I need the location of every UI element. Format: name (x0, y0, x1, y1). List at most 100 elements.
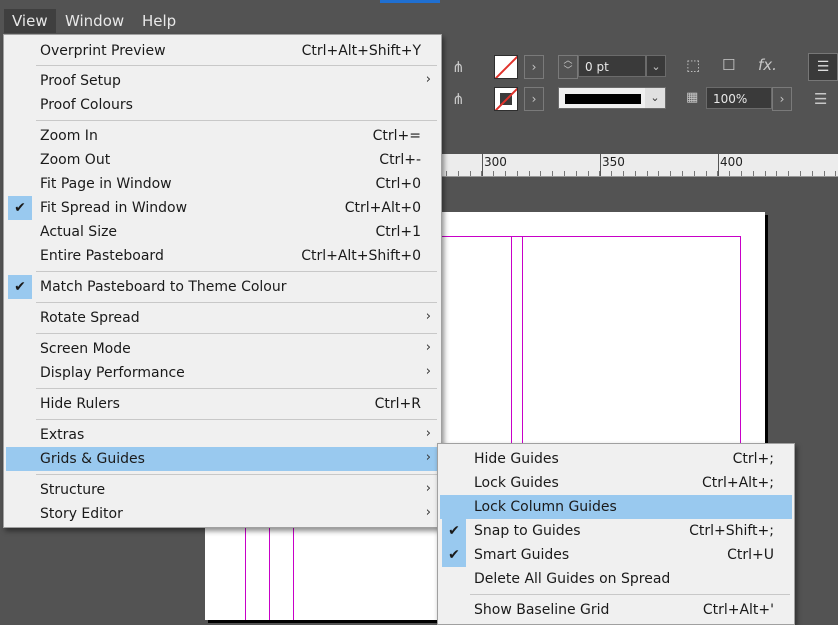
menu-item-shortcut: Ctrl+; (732, 451, 774, 467)
menu-item-smart-guides[interactable]: ✔ Smart Guides Ctrl+U (440, 543, 792, 567)
menu-item-proof-colours[interactable]: Proof Colours (6, 93, 439, 117)
checkmark-icon: ✔ (8, 196, 32, 220)
menu-separator (470, 594, 790, 595)
menu-item-hide-guides[interactable]: Hide Guides Ctrl+; (440, 447, 792, 471)
chevron-right-icon: › (425, 481, 431, 496)
menu-view[interactable]: View (4, 9, 56, 33)
chevron-right-icon: › (425, 364, 431, 379)
stroke-swatch-chevron-icon[interactable]: › (524, 87, 544, 111)
menu-item-label: Extras (40, 427, 85, 443)
frame-fitting-icon[interactable]: ⬚ (686, 56, 700, 74)
menu-item-story-editor[interactable]: Story Editor › (6, 502, 439, 526)
menu-item-label: Show Baseline Grid (474, 602, 610, 618)
chevron-down-icon: ⌄ (645, 88, 665, 108)
menu-item-shortcut: Ctrl+Alt+0 (344, 200, 421, 216)
menu-item-fit-page-in-window[interactable]: Fit Page in Window Ctrl+0 (6, 172, 439, 196)
margin-guide[interactable] (740, 236, 741, 456)
menu-item-shortcut: Ctrl+U (727, 547, 774, 563)
menu-item-label: Zoom Out (40, 152, 111, 168)
stroke-weight-stepper[interactable]: ︿ ﹀ (558, 55, 578, 79)
opacity-chevron-icon[interactable]: › (772, 87, 792, 111)
menu-item-label: Display Performance (40, 365, 185, 381)
chevron-right-icon: › (425, 72, 431, 87)
menu-item-entire-pasteboard[interactable]: Entire Pasteboard Ctrl+Alt+Shift+0 (6, 244, 439, 268)
column-guide[interactable] (269, 528, 270, 620)
menu-item-extras[interactable]: Extras › (6, 423, 439, 447)
paragraph-align-icon[interactable]: ☰ (808, 53, 838, 81)
grids-guides-submenu: Hide Guides Ctrl+; Lock Guides Ctrl+Alt+; Lo… (437, 443, 795, 625)
menu-separator (36, 388, 437, 389)
menu-item-screen-mode[interactable]: Screen Mode › (6, 337, 439, 361)
column-guide[interactable] (245, 528, 246, 620)
menu-item-label: Lock Column Guides (474, 499, 617, 515)
menu-item-label: Proof Colours (40, 97, 133, 113)
menu-item-label: Smart Guides (474, 547, 570, 563)
menu-item-proof-setup[interactable]: Proof Setup › (6, 69, 439, 93)
checkmark-icon: ✔ (442, 543, 466, 567)
column-guide[interactable] (293, 528, 294, 620)
menu-item-shortcut: Ctrl+Alt+; (701, 475, 774, 491)
menu-item-grids-and-guides[interactable]: Grids & Guides › (6, 447, 439, 471)
menu-item-snap-to-guides[interactable]: ✔ Snap to Guides Ctrl+Shift+; (440, 519, 792, 543)
ruler-label: 350 (602, 155, 625, 169)
menu-item-label: Grids & Guides (40, 451, 145, 467)
ruler-label: 400 (720, 155, 743, 169)
fill-swatch-none[interactable] (494, 55, 518, 79)
drop-shadow-icon[interactable]: ☐ (722, 56, 735, 74)
menu-help[interactable]: Help (134, 9, 184, 33)
stroke-swatch[interactable] (494, 87, 518, 111)
menu-item-structure[interactable]: Structure › (6, 478, 439, 502)
menu-item-label: Fit Spread in Window (40, 200, 188, 216)
menu-item-delete-all-guides-on-spread[interactable]: Delete All Guides on Spread (440, 567, 792, 591)
menu-item-zoom-in[interactable]: Zoom In Ctrl+= (6, 124, 439, 148)
menu-item-label: Actual Size (40, 224, 118, 240)
text-wrap-icon[interactable]: ☰ (814, 90, 827, 108)
menu-separator (36, 120, 437, 121)
menu-item-match-pasteboard-to-theme-colour[interactable]: ✔ Match Pasteboard to Theme Colour (6, 275, 439, 299)
stroke-weight-dropdown-icon[interactable]: ⌄ (646, 55, 666, 77)
active-document-tab-indicator (380, 0, 440, 3)
fill-swatch-chevron-icon[interactable]: › (524, 55, 544, 79)
chevron-right-icon: › (425, 505, 431, 520)
menu-item-label: Hide Guides (474, 451, 559, 467)
menu-item-shortcut: Ctrl+0 (375, 176, 421, 192)
chevron-right-icon: › (425, 450, 431, 465)
menu-item-lock-guides[interactable]: Lock Guides Ctrl+Alt+; (440, 471, 792, 495)
menu-item-label: Screen Mode (40, 341, 131, 357)
menu-item-show-baseline-grid[interactable]: Show Baseline Grid Ctrl+Alt+' (440, 598, 792, 622)
menu-item-display-performance[interactable]: Display Performance › (6, 361, 439, 385)
menu-item-shortcut: Ctrl+- (379, 152, 421, 168)
menu-item-shortcut: Ctrl+R (374, 396, 421, 412)
menu-item-label: Zoom In (40, 128, 98, 144)
menu-item-fit-spread-in-window[interactable]: ✔ Fit Spread in Window Ctrl+Alt+0 (6, 196, 439, 220)
menu-item-shortcut: Ctrl+Alt+Shift+Y (301, 43, 421, 59)
checkmark-icon: ✔ (8, 275, 32, 299)
stroke-type-dropdown[interactable]: ⌄ (558, 87, 666, 109)
stroke-weight-field[interactable]: 0 pt (578, 55, 646, 77)
menu-item-shortcut: Ctrl+= (372, 128, 421, 144)
menu-separator (36, 65, 437, 66)
chevron-right-icon: › (425, 340, 431, 355)
opacity-field[interactable]: 100% (706, 87, 772, 109)
menu-window[interactable]: Window (57, 9, 132, 33)
fx-icon[interactable]: fx. (758, 56, 777, 74)
align-top-icon[interactable]: ⋔ (452, 58, 465, 76)
menu-item-hide-rulers[interactable]: Hide Rulers Ctrl+R (6, 392, 439, 416)
menu-item-label: Proof Setup (40, 73, 121, 89)
opacity-icon: ▦ (686, 90, 699, 105)
menu-item-overprint-preview[interactable]: Overprint Preview Ctrl+Alt+Shift+Y (6, 39, 439, 63)
menu-item-actual-size[interactable]: Actual Size Ctrl+1 (6, 220, 439, 244)
menu-item-label: Lock Guides (474, 475, 559, 491)
horizontal-ruler[interactable]: 300 350 400 (442, 154, 838, 177)
menu-item-zoom-out[interactable]: Zoom Out Ctrl+- (6, 148, 439, 172)
margin-guide[interactable] (441, 236, 741, 237)
checkmark-icon: ✔ (442, 519, 466, 543)
menu-separator (36, 474, 437, 475)
menu-item-lock-column-guides[interactable]: Lock Column Guides (440, 495, 792, 519)
menu-item-rotate-spread[interactable]: Rotate Spread › (6, 306, 439, 330)
menu-separator (36, 271, 437, 272)
menu-item-shortcut: Ctrl+Shift+; (689, 523, 774, 539)
menu-item-shortcut: Ctrl+1 (375, 224, 421, 240)
menu-item-shortcut: Ctrl+Alt+Shift+0 (301, 248, 421, 264)
align-bottom-icon[interactable]: ⋔ (452, 90, 465, 108)
